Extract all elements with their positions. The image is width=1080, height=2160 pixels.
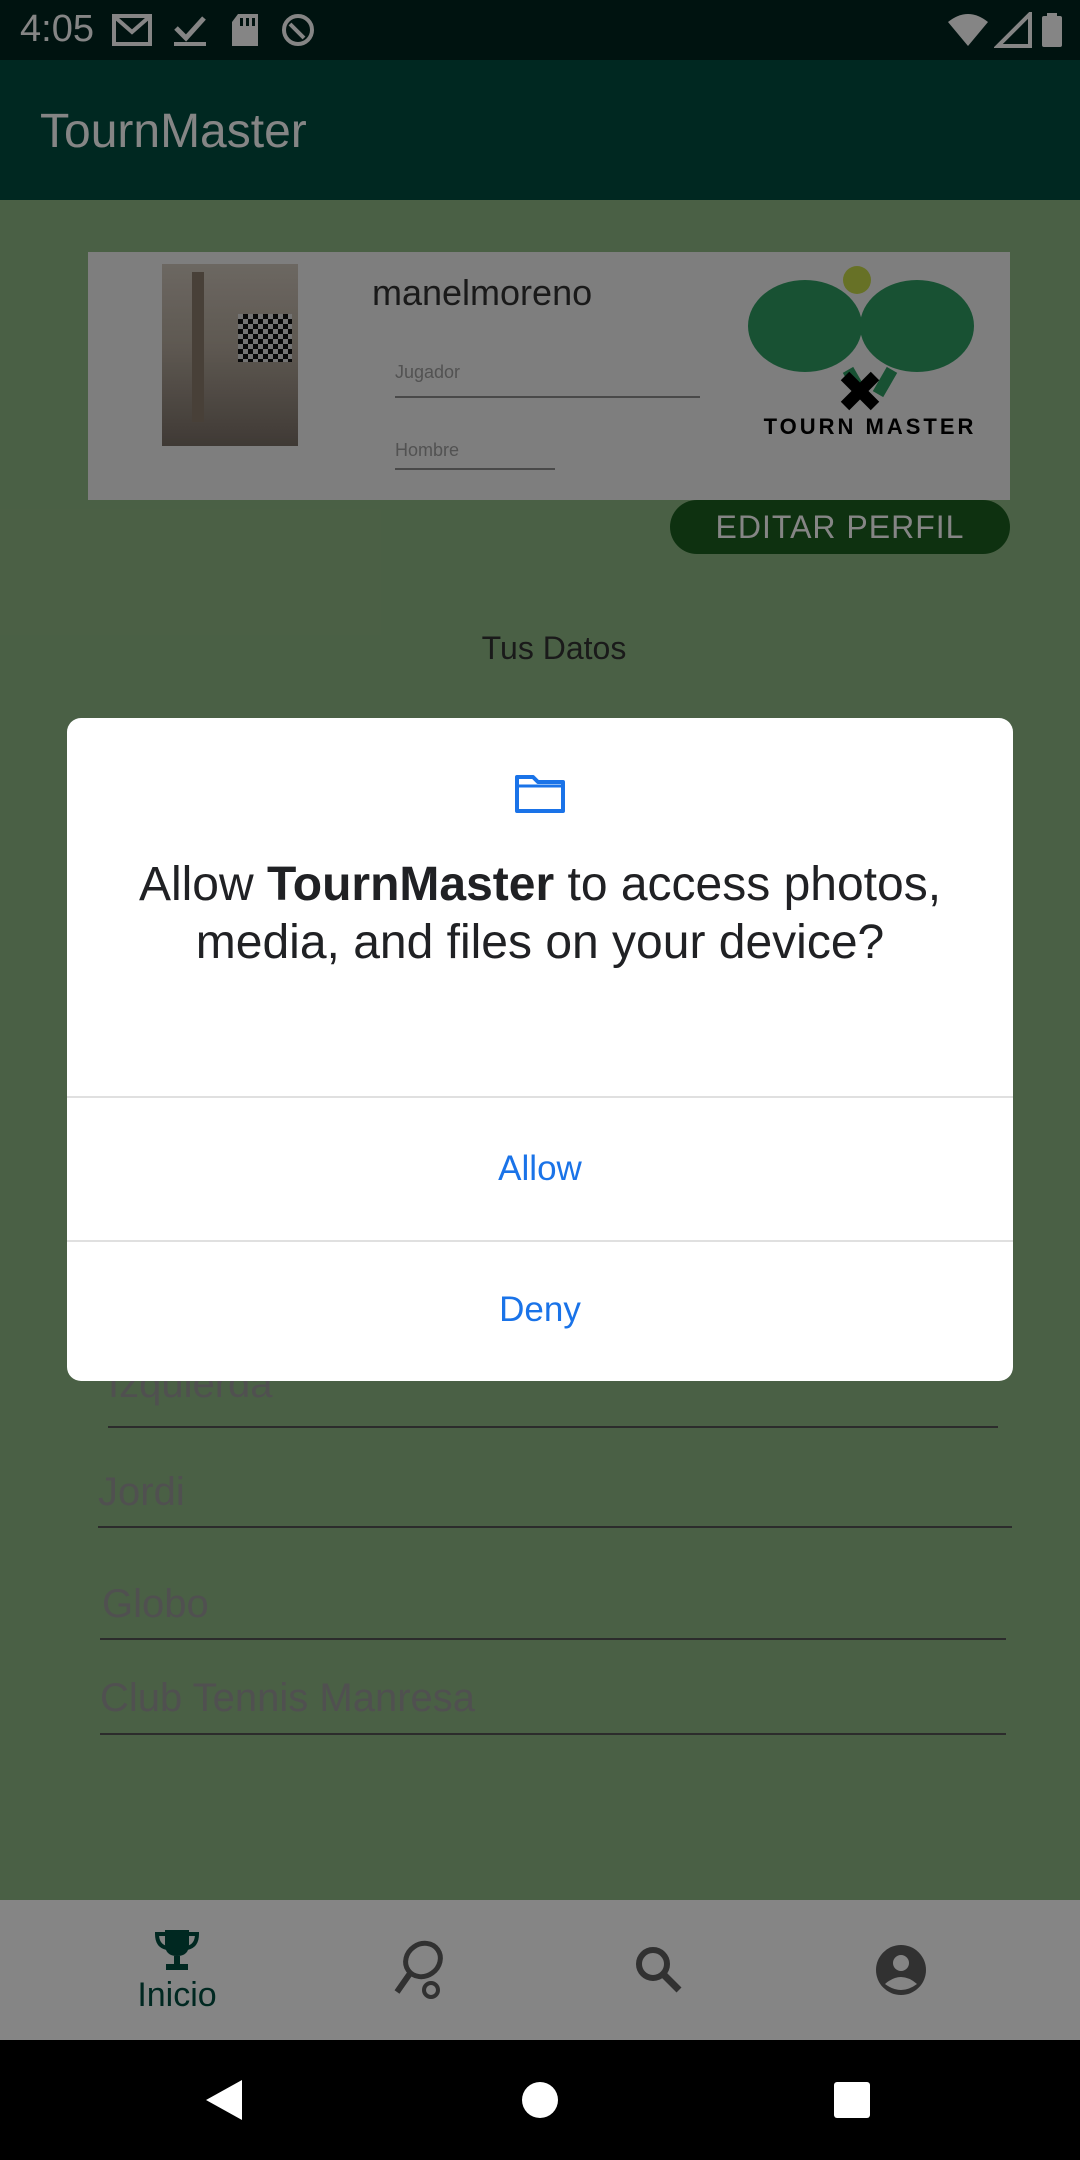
back-icon[interactable] bbox=[204, 2078, 244, 2122]
deny-button[interactable]: Deny bbox=[67, 1242, 1013, 1378]
folder-icon bbox=[515, 775, 565, 813]
home-icon[interactable] bbox=[520, 2080, 560, 2120]
recents-icon[interactable] bbox=[832, 2080, 872, 2120]
dialog-message: Allow TournMaster to access photos, medi… bbox=[120, 856, 960, 972]
allow-button[interactable]: Allow bbox=[67, 1098, 1013, 1240]
dialog-message-prefix: Allow bbox=[138, 858, 267, 911]
dialog-message-app: TournMaster bbox=[267, 858, 555, 911]
